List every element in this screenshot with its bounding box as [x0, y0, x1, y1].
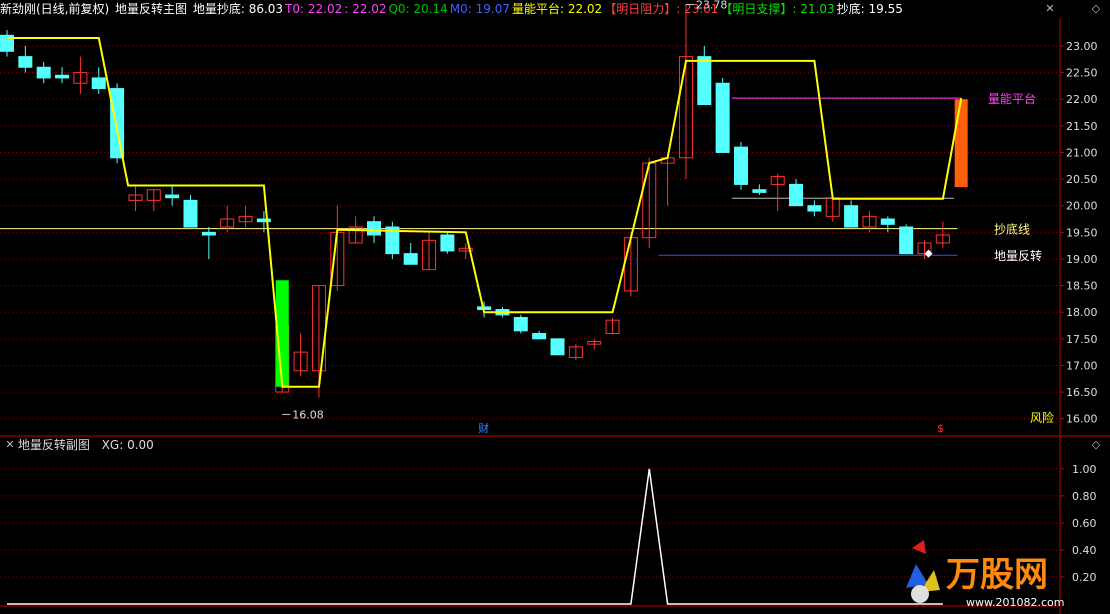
candle-body-10 [183, 199, 198, 228]
candle-body-11 [201, 231, 216, 236]
candle-body-29 [532, 332, 547, 340]
watermark-brand: 万股网 [946, 555, 1048, 595]
annotation-label-1: 16.08 [292, 408, 324, 421]
y-tick-label-1: 22.50 [1066, 67, 1098, 80]
candle-body-41 [752, 189, 767, 193]
candle-body-38 [697, 56, 712, 106]
main-chart[interactable]: 23.00 22.50 22.00 21.50 21.00 20.50 20.00 19.50… [0, 0, 1110, 614]
event-marker-0: 财 [478, 421, 489, 435]
y-tick-label-11: 17.50 [1066, 333, 1098, 346]
candle-body-44 [807, 205, 822, 212]
watermark-logo: 万股网 www.201082.com [894, 540, 1104, 610]
y-tick-label-10: 18.00 [1066, 306, 1098, 319]
annotation-label-0: 23.78 [696, 0, 728, 11]
sub-y-tick-label-1: 0.80 [1072, 490, 1097, 503]
y-tick-label-9: 18.50 [1066, 280, 1098, 293]
y-tick-label-13: 16.50 [1066, 386, 1098, 399]
ref-line-label-1: 地量反转 [994, 248, 1042, 263]
sub-y-tick-label-0: 1.00 [1072, 463, 1097, 476]
y-tick-label-14: 16.00 [1066, 413, 1098, 426]
candle-body-46 [844, 205, 859, 228]
platform-line [7, 37, 963, 388]
candle-body-43 [789, 183, 804, 207]
candle-body-5 [91, 77, 106, 90]
y-tick-label-5: 20.50 [1066, 173, 1098, 186]
candle-body-1 [18, 56, 33, 68]
y-tick-label-12: 17.00 [1066, 359, 1098, 372]
signal-bar-1 [954, 99, 968, 188]
y-tick-label-6: 20.00 [1066, 200, 1098, 213]
y-tick-label-7: 19.50 [1066, 226, 1098, 239]
candle-body-30 [550, 338, 565, 356]
candle-body-39 [715, 82, 730, 153]
y-tick-label-3: 21.50 [1066, 120, 1098, 133]
y-tick-label-2: 22.00 [1066, 93, 1098, 106]
candle-body-48 [880, 218, 895, 225]
candle-body-6 [110, 88, 125, 159]
candle-body-24 [440, 234, 455, 252]
sub-y-tick-label-2: 0.60 [1072, 517, 1097, 530]
candle-body-9 [165, 194, 180, 199]
watermark-url: www.201082.com [966, 596, 1064, 609]
candle-body-14 [256, 218, 271, 223]
candle-body-28 [513, 317, 528, 332]
risk-label: 风险 [1030, 410, 1054, 425]
y-tick-label-8: 19.00 [1066, 253, 1098, 266]
ref-line-label-0: 抄底线 [994, 222, 1030, 237]
event-marker-1: $ [937, 422, 944, 435]
candle-body-3 [55, 74, 70, 79]
candle-body-22 [403, 253, 418, 265]
stock-chart-window: 新劲刚(日线,前复权) 地量反转主图 地量抄底: 86.03 T0: 22.02:… [0, 0, 1110, 614]
candle-body-20 [367, 221, 381, 236]
y-tick-label-4: 21.00 [1066, 146, 1098, 159]
candle-body-49 [899, 226, 914, 255]
xg-series-line [7, 468, 943, 605]
candle-body-40 [734, 146, 748, 185]
ref-line-label-2: 量能平台 [988, 91, 1036, 106]
y-tick-label-0: 23.00 [1066, 40, 1098, 53]
candle-body-2 [36, 66, 51, 79]
